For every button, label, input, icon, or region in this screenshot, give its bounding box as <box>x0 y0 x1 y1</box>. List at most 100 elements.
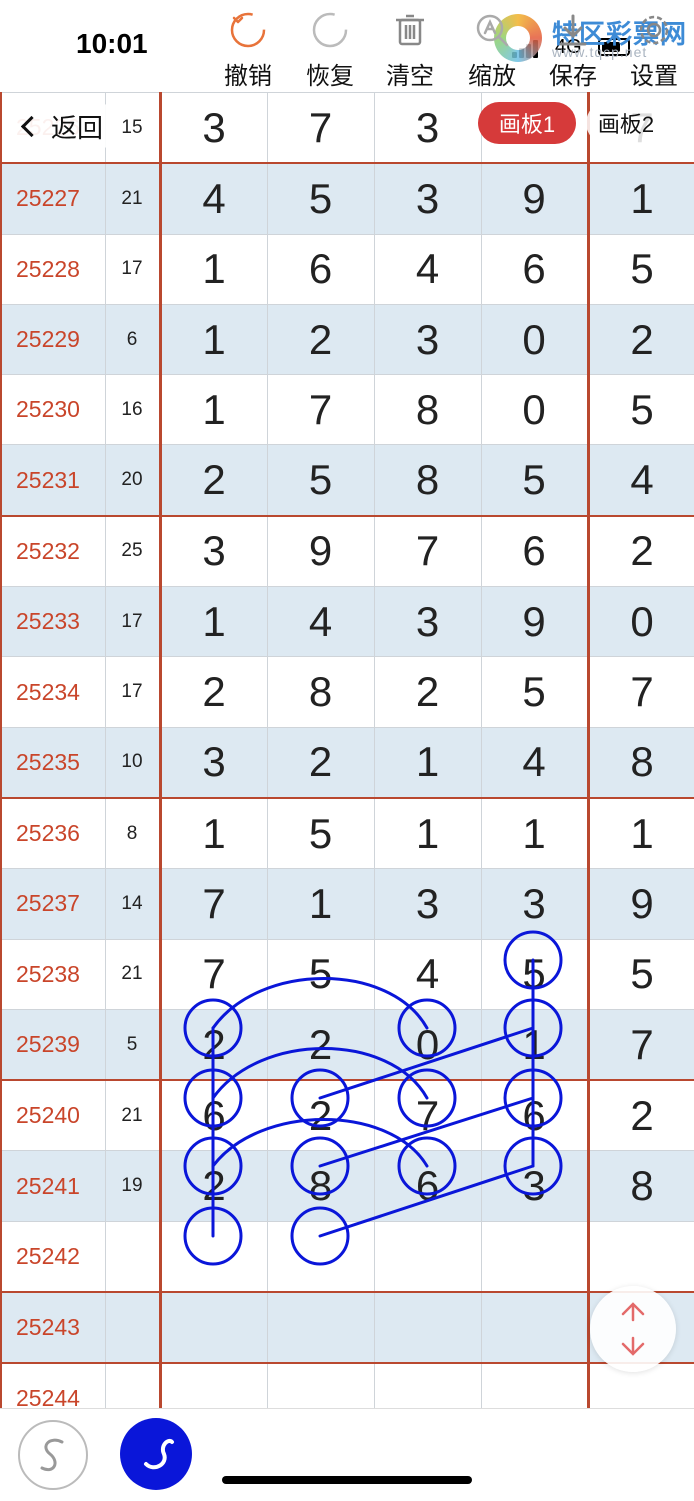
digit-cell[interactable]: 3 <box>373 868 482 940</box>
tab-board-2[interactable]: 画板2 <box>586 102 666 144</box>
back-button[interactable]: 返回 <box>14 100 118 152</box>
digit-cell[interactable]: 8 <box>266 656 375 728</box>
digit-cell[interactable]: 6 <box>159 1079 268 1152</box>
digit-cell[interactable]: 6 <box>373 1150 482 1222</box>
digit-cell[interactable]: 5 <box>586 938 694 1010</box>
digit-cell[interactable]: 9 <box>586 868 694 940</box>
digit-cell[interactable]: 4 <box>586 444 694 517</box>
digit-cell[interactable]: 9 <box>480 586 589 658</box>
digit-cell[interactable]: 3 <box>373 162 482 235</box>
digit-cell[interactable]: 5 <box>480 444 589 517</box>
digit-cell[interactable]: 4 <box>480 726 589 799</box>
digit-cell[interactable] <box>159 1220 268 1293</box>
digit-cell[interactable]: 2 <box>159 656 268 728</box>
sum-cell <box>104 1220 162 1293</box>
digit-cell[interactable] <box>480 1220 589 1293</box>
digit-cell[interactable] <box>266 1220 375 1293</box>
digit-cell[interactable]: 2 <box>159 1008 268 1081</box>
digit-cell[interactable]: 8 <box>586 1150 694 1222</box>
digit-cell[interactable] <box>159 1291 268 1364</box>
digit-cell[interactable]: 2 <box>159 444 268 517</box>
digit-cell[interactable] <box>373 1220 482 1293</box>
digit-cell[interactable]: 1 <box>159 796 268 870</box>
digit-cell[interactable]: 5 <box>586 374 694 446</box>
digit-cell[interactable]: 7 <box>373 1079 482 1152</box>
digit-cell[interactable]: 3 <box>480 868 589 940</box>
zoom-button[interactable]: 缩放 <box>452 0 532 92</box>
digit-cell[interactable]: 8 <box>266 1150 375 1222</box>
digit-cell[interactable]: 0 <box>586 586 694 658</box>
digit-cell[interactable]: 6 <box>480 514 589 588</box>
digit-cell[interactable]: 6 <box>266 233 375 305</box>
digit-cell[interactable]: 2 <box>266 1079 375 1152</box>
digit-cell[interactable]: 2 <box>586 514 694 588</box>
digit-cell[interactable]: 5 <box>266 938 375 1010</box>
digit-cell[interactable]: 5 <box>266 444 375 517</box>
digit-cell[interactable]: 7 <box>266 92 375 164</box>
digit-cell[interactable]: 5 <box>266 162 375 235</box>
digit-cell[interactable]: 9 <box>266 514 375 588</box>
digit-cell[interactable]: 1 <box>159 374 268 446</box>
digit-cell[interactable]: 2 <box>586 1079 694 1152</box>
digit-cell[interactable]: 1 <box>159 233 268 305</box>
digit-cell[interactable]: 5 <box>586 233 694 305</box>
digit-cell[interactable]: 1 <box>586 162 694 235</box>
clear-button[interactable]: 清空 <box>370 0 450 92</box>
digit-cell[interactable] <box>480 1291 589 1364</box>
digit-cell[interactable]: 7 <box>159 868 268 940</box>
digit-cell[interactable]: 2 <box>266 303 375 376</box>
digit-cell[interactable] <box>373 1291 482 1364</box>
digit-cell[interactable]: 3 <box>373 303 482 376</box>
digit-cell[interactable]: 2 <box>266 1008 375 1081</box>
digit-cell[interactable]: 2 <box>373 656 482 728</box>
digit-cell[interactable]: 2 <box>159 1150 268 1222</box>
digit-cell[interactable]: 1 <box>159 303 268 376</box>
digit-cell[interactable]: 5 <box>480 656 589 728</box>
settings-button[interactable]: 设置 <box>614 0 694 92</box>
digit-cell[interactable] <box>266 1291 375 1364</box>
tab-board-1[interactable]: 画板1 <box>478 102 576 144</box>
digit-cell[interactable]: 7 <box>586 656 694 728</box>
digit-cell[interactable]: 1 <box>159 586 268 658</box>
digit-cell[interactable]: 3 <box>159 726 268 799</box>
digit-cell[interactable]: 4 <box>159 162 268 235</box>
digit-cell[interactable]: 3 <box>373 92 482 164</box>
digit-cell[interactable]: 7 <box>373 514 482 588</box>
digit-cell[interactable]: 3 <box>373 586 482 658</box>
digit-cell[interactable]: 1 <box>480 1008 589 1081</box>
undo-button[interactable]: 撤销 <box>208 0 288 92</box>
digit-cell[interactable]: 7 <box>159 938 268 1010</box>
digit-cell[interactable]: 6 <box>480 1079 589 1152</box>
select-mode-button[interactable] <box>18 1420 88 1490</box>
digit-cell[interactable]: 3 <box>480 1150 589 1222</box>
digit-cell[interactable]: 0 <box>480 374 589 446</box>
digit-cell[interactable]: 3 <box>159 92 268 164</box>
digit-cell[interactable]: 5 <box>266 796 375 870</box>
digit-cell[interactable]: 4 <box>373 938 482 1010</box>
digit-cell[interactable]: 4 <box>373 233 482 305</box>
digit-cell[interactable] <box>586 1220 694 1293</box>
digit-cell[interactable]: 1 <box>586 796 694 870</box>
digit-cell[interactable]: 3 <box>159 514 268 588</box>
digit-cell[interactable]: 1 <box>266 868 375 940</box>
scroll-toggle-button[interactable] <box>590 1286 676 1372</box>
digit-cell[interactable]: 4 <box>266 586 375 658</box>
digit-cell[interactable]: 0 <box>373 1008 482 1081</box>
digit-cell[interactable]: 8 <box>586 726 694 799</box>
digit-cell[interactable]: 6 <box>480 233 589 305</box>
digit-cell[interactable]: 7 <box>266 374 375 446</box>
digit-cell[interactable]: 8 <box>373 444 482 517</box>
save-button[interactable]: 保存 <box>533 0 613 92</box>
digit-cell[interactable]: 5 <box>480 938 589 1010</box>
digit-cell[interactable]: 0 <box>480 303 589 376</box>
digit-cell[interactable]: 9 <box>480 162 589 235</box>
digit-cell[interactable]: 1 <box>373 796 482 870</box>
digit-cell[interactable]: 2 <box>266 726 375 799</box>
draw-mode-button[interactable] <box>120 1418 192 1490</box>
digit-cell[interactable]: 8 <box>373 374 482 446</box>
digit-cell[interactable]: 7 <box>586 1008 694 1081</box>
redo-button[interactable]: 恢复 <box>290 0 370 92</box>
digit-cell[interactable]: 1 <box>373 726 482 799</box>
digit-cell[interactable]: 2 <box>586 303 694 376</box>
digit-cell[interactable]: 1 <box>480 796 589 870</box>
